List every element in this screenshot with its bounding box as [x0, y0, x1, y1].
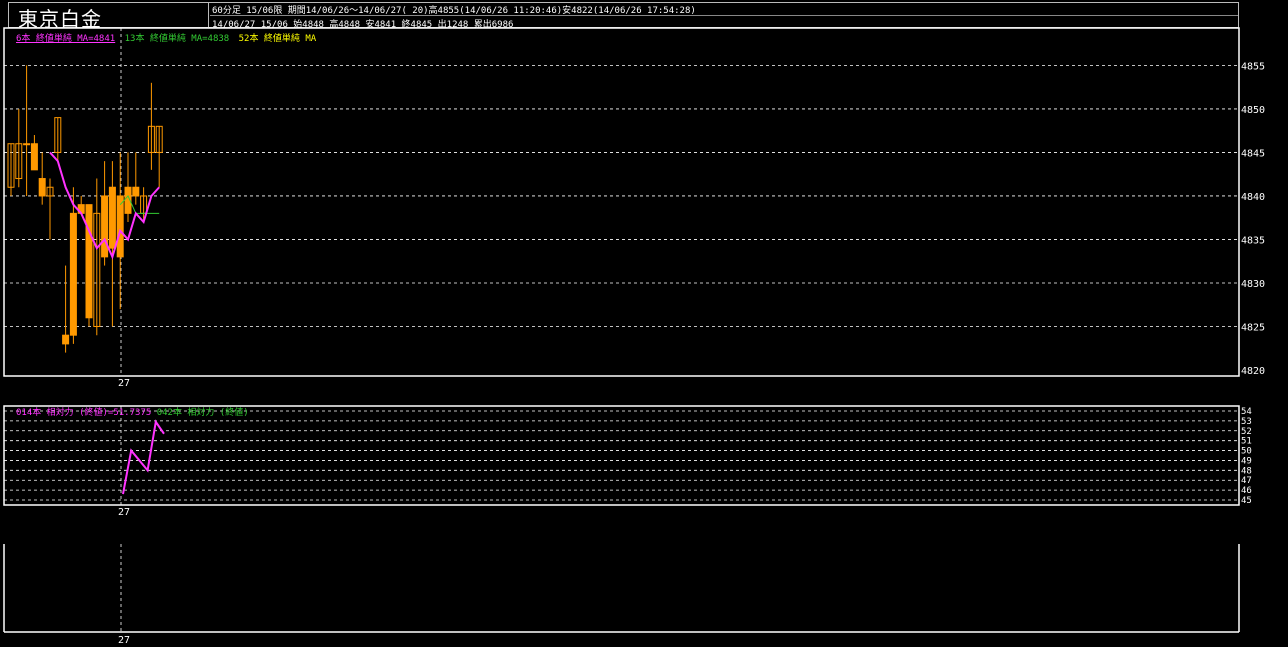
main-panel-frame — [3, 27, 1240, 377]
candle-body — [85, 204, 93, 319]
candle-body — [108, 186, 116, 249]
y-tick-label: 4855 — [1241, 61, 1265, 72]
rsi-tick-label: 50 — [1241, 447, 1252, 457]
candle-body — [116, 195, 124, 258]
lower-x-tick-label: 27 — [118, 635, 130, 646]
y-tick-label: 4840 — [1241, 192, 1265, 203]
rsi-tick-label: 47 — [1241, 476, 1252, 486]
legend-rsi14: 014本 相対力 (終値)=51.7375 — [16, 408, 152, 418]
rsi-tick-label: 46 — [1241, 486, 1252, 496]
legend-ma52: 52本 終値単純 MA — [238, 34, 317, 44]
candle-body — [30, 143, 38, 171]
rsi-tick-label: 45 — [1241, 496, 1252, 506]
y-tick-label: 4835 — [1241, 235, 1265, 246]
rsi14-line — [122, 419, 165, 495]
candle-body — [38, 178, 46, 197]
rsi-x-tick-label: 27 — [118, 507, 130, 518]
x-tick-label: 27 — [118, 378, 130, 389]
rsi-tick-label: 49 — [1241, 456, 1252, 466]
rsi-tick-label: 52 — [1241, 427, 1252, 437]
legend-ma13: 13本 終値単純 MA=4838 — [124, 34, 230, 44]
candle-body — [23, 143, 31, 146]
y-tick-label: 4845 — [1241, 148, 1265, 159]
y-tick-label: 4830 — [1241, 279, 1265, 290]
rsi-panel-frame — [3, 405, 1240, 506]
legend-rsi42: 042本 相対力 (終値) — [156, 408, 249, 418]
y-tick-label: 4850 — [1241, 105, 1265, 116]
candle-body — [101, 195, 109, 258]
rsi-tick-label: 53 — [1241, 417, 1252, 427]
candle-body — [132, 186, 140, 197]
candle-body — [62, 334, 70, 345]
y-tick-label: 4820 — [1241, 366, 1265, 377]
rsi-tick-label: 54 — [1241, 407, 1252, 417]
rsi-legend: 014本 相対力 (終値)=51.7375 042本 相対力 (終値) — [16, 405, 249, 418]
rsi-tick-label: 48 — [1241, 466, 1252, 476]
candle-body — [69, 212, 77, 336]
legend-ma6: 6本 終値単純 MA=4841 — [16, 34, 116, 44]
rsi-tick-label: 51 — [1241, 437, 1252, 447]
y-tick-label: 4825 — [1241, 322, 1265, 333]
chart-canvas[interactable]: 4820482548304835484048454850485527454647… — [0, 0, 1288, 647]
main-legend: 6本 終値単純 MA=4841 13本 終値単純 MA=4838 52本 終値単… — [16, 31, 320, 44]
